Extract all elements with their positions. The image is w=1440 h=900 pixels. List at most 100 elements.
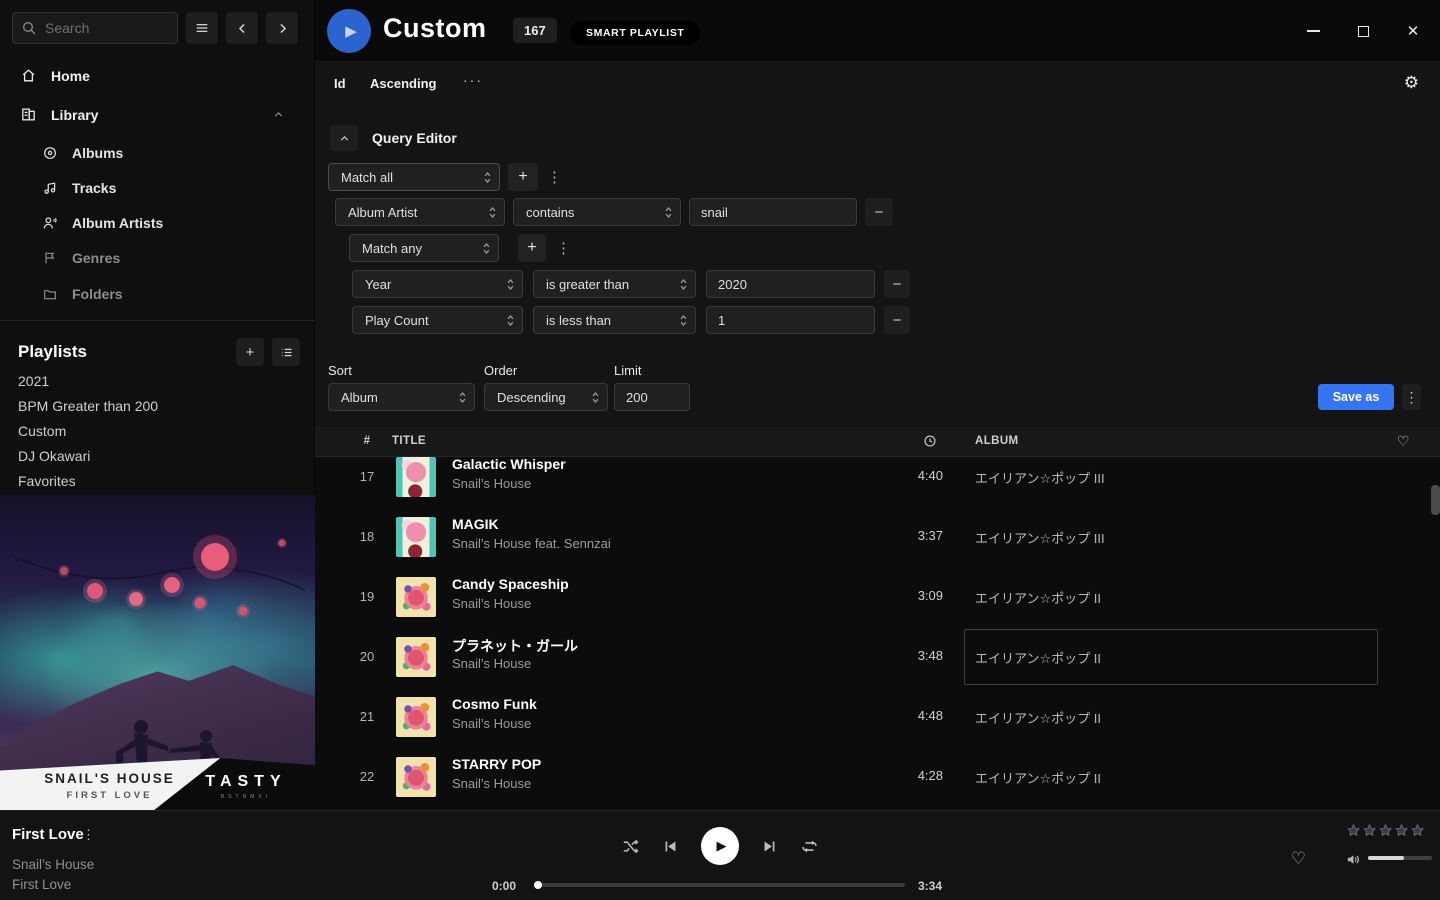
sort-order-control[interactable]: Ascending	[370, 76, 436, 91]
match-type-value: Match all	[341, 170, 393, 185]
sort-select[interactable]: Album	[328, 383, 475, 411]
favorite-column-header[interactable]: ♡	[1397, 433, 1410, 450]
playlist-options-button[interactable]	[272, 338, 300, 366]
playlist-item[interactable]: BPM Greater than 200	[18, 398, 158, 414]
rule-operator-select[interactable]: is greater than	[533, 270, 696, 298]
volume-button[interactable]	[1345, 851, 1362, 871]
group-menu-button[interactable]: ⋮	[556, 239, 571, 257]
rule-value-input[interactable]	[706, 270, 875, 298]
query-editor-title: Query Editor	[372, 130, 457, 146]
duration-column-header[interactable]	[915, 434, 945, 451]
now-playing-album[interactable]: First Love	[12, 877, 71, 892]
music-note-icon	[42, 180, 58, 196]
artist-icon	[42, 215, 58, 231]
now-playing-artist[interactable]: Snail’s House	[12, 857, 94, 872]
rating-star[interactable]	[1362, 823, 1377, 838]
rating-star[interactable]	[1410, 823, 1425, 838]
track-row[interactable]: 17 Galactic Whisper Snail’s House 4:40 エ…	[315, 457, 1440, 507]
track-row[interactable]: 20 プラネット・ガール Snail’s House 3:48 エイリアン☆ポッ…	[315, 627, 1440, 687]
search-input[interactable]	[45, 20, 169, 36]
forward-button[interactable]	[266, 12, 298, 44]
track-row[interactable]: 22 STARRY POP Snail’s House 4:28 エイリアン☆ポ…	[315, 747, 1440, 807]
track-duration: 4:48	[883, 708, 943, 723]
rule-operator-select[interactable]: contains	[513, 198, 681, 226]
now-playing-art[interactable]: SNAIL'S HOUSE FIRST LOVE TASTY BSTNMXI	[0, 495, 315, 810]
collapse-caret-icon[interactable]	[272, 108, 285, 121]
track-art-thumbnail	[396, 517, 436, 557]
add-rule-button[interactable]: +	[518, 234, 546, 262]
gear-icon[interactable]: ⚙	[1404, 73, 1419, 93]
search-box[interactable]	[12, 12, 178, 44]
column-title[interactable]: TITLE	[392, 435, 426, 447]
seek-bar[interactable]	[535, 883, 905, 887]
play-pause-button[interactable]: ▶	[701, 827, 739, 865]
search-icon	[21, 20, 37, 36]
track-row[interactable]: 21 Cosmo Funk Snail’s House 4:48 エイリアン☆ポ…	[315, 687, 1440, 747]
order-select[interactable]: Descending	[484, 383, 608, 411]
sidebar-item-home[interactable]: Home	[20, 67, 295, 84]
track-row[interactable]: 19 Candy Spaceship Snail’s House 3:09 エイ…	[315, 567, 1440, 627]
remove-rule-button[interactable]: −	[865, 198, 893, 226]
volume-slider[interactable]	[1368, 856, 1432, 860]
rule-value-input[interactable]	[689, 198, 857, 226]
now-playing-title[interactable]: First Love	[12, 826, 84, 843]
rule-value-input[interactable]	[706, 306, 875, 334]
query-editor-collapse-button[interactable]	[330, 125, 358, 151]
window-minimize-button[interactable]	[1300, 18, 1326, 44]
track-row[interactable]: 18 MAGIK Snail’s House feat. Sennzai 3:3…	[315, 507, 1440, 567]
add-playlist-button[interactable]: +	[236, 338, 264, 366]
rating-star[interactable]	[1346, 823, 1361, 838]
sidebar-item-library[interactable]: Library	[20, 106, 295, 123]
rule-field-select[interactable]: Play Count	[352, 306, 523, 334]
playlist-item[interactable]: DJ Okawari	[18, 448, 90, 464]
rule-operator-value: contains	[526, 205, 574, 220]
group-menu-button[interactable]: ⋮	[547, 168, 562, 186]
rating-star[interactable]	[1378, 823, 1393, 838]
playlist-item[interactable]: 2021	[18, 373, 49, 389]
sidebar-item-genres[interactable]: Genres	[42, 250, 120, 266]
remove-rule-button[interactable]: −	[884, 306, 910, 334]
menu-button[interactable]	[186, 12, 218, 44]
track-artist: Snail’s House	[452, 656, 531, 671]
window-close-button[interactable]: ✕	[1400, 18, 1426, 44]
now-playing-menu-button[interactable]: ⋮	[82, 827, 95, 843]
rating-star[interactable]	[1394, 823, 1409, 838]
playlist-item[interactable]: Favorites	[18, 473, 76, 489]
match-type-select[interactable]: Match all	[328, 163, 500, 191]
track-album: エイリアン☆ポップ II	[975, 708, 1101, 727]
track-art-thumbnail	[396, 697, 436, 737]
match-type-select[interactable]: Match any	[349, 234, 499, 262]
seek-handle[interactable]	[534, 881, 542, 889]
play-playlist-button[interactable]: ▶	[327, 9, 371, 53]
queue-button[interactable]	[1317, 852, 1333, 866]
shuffle-button[interactable]	[621, 837, 640, 856]
remove-rule-button[interactable]: −	[884, 270, 910, 298]
sort-field-control[interactable]: Id	[334, 76, 346, 91]
column-number[interactable]: #	[355, 435, 379, 447]
next-icon	[761, 838, 778, 855]
sidebar-item-album-artists[interactable]: Album Artists	[42, 215, 163, 231]
rule-field-select[interactable]: Album Artist	[335, 198, 505, 226]
more-options-button[interactable]: ···	[463, 72, 483, 88]
repeat-button[interactable]	[800, 837, 819, 856]
next-button[interactable]	[761, 838, 778, 855]
playlist-item[interactable]: Custom	[18, 423, 66, 439]
limit-input[interactable]	[614, 383, 690, 411]
scrollbar-thumb[interactable]	[1431, 485, 1440, 515]
column-album[interactable]: ALBUM	[975, 435, 1019, 447]
add-rule-button[interactable]: +	[508, 163, 538, 191]
window-maximize-button[interactable]	[1350, 18, 1376, 44]
sidebar-item-folders[interactable]: Folders	[42, 286, 123, 302]
select-chevrons-icon	[483, 171, 492, 184]
favorite-button[interactable]: ♡	[1291, 849, 1306, 869]
previous-button[interactable]	[662, 838, 679, 855]
albums-label: Albums	[72, 145, 123, 161]
back-button[interactable]	[226, 12, 258, 44]
save-menu-button[interactable]: ⋮	[1402, 384, 1421, 410]
sidebar-item-albums[interactable]: Albums	[42, 145, 123, 161]
rule-field-select[interactable]: Year	[352, 270, 523, 298]
rule-operator-select[interactable]: is less than	[533, 306, 696, 334]
genres-label: Genres	[72, 250, 120, 266]
sidebar-item-tracks[interactable]: Tracks	[42, 180, 116, 196]
save-as-button[interactable]: Save as	[1318, 384, 1394, 410]
